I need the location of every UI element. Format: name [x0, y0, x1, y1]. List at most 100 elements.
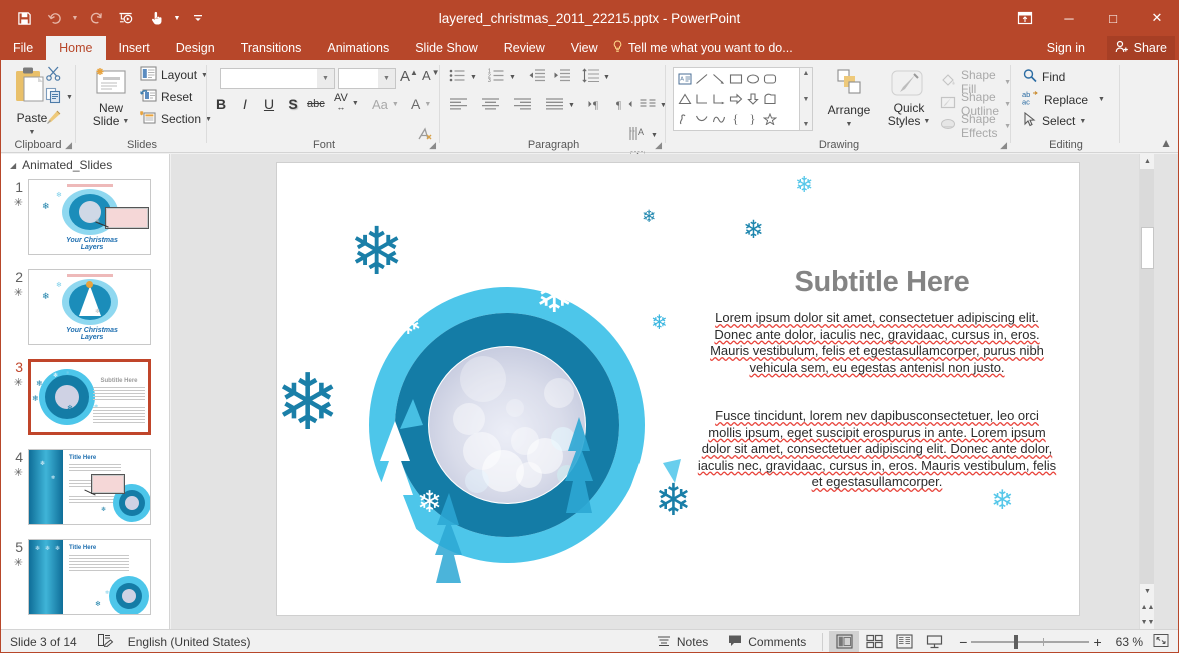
animation-star-icon[interactable]: ✳ [5, 376, 23, 389]
slide-position[interactable]: Slide 3 of 14 [0, 630, 87, 653]
gallery-more-icon[interactable]: ▼ [803, 121, 810, 128]
line-shape[interactable] [693, 69, 710, 89]
rtl-button[interactable]: ¶ [615, 97, 633, 114]
increase-indent-button[interactable] [553, 68, 570, 86]
new-slide-button[interactable]: New Slide ▼ [85, 67, 137, 128]
slide-paragraph-2[interactable]: Fusce tincidunt, lorem nev dapibusconsec… [697, 408, 1057, 491]
elbow-arrow-shape[interactable] [710, 89, 727, 109]
list-item[interactable]: 4 ✳ Title Here ❄ ❄ ❄ [0, 446, 169, 536]
change-case-button[interactable]: Aa ▼ [372, 97, 399, 112]
freeform-shape[interactable] [676, 109, 693, 129]
thumbnail-slide-4[interactable]: Title Here ❄ ❄ ❄ [28, 449, 151, 525]
tab-insert[interactable]: Insert [106, 36, 163, 60]
clear-formatting-button[interactable] [416, 126, 433, 146]
zoom-in-button[interactable]: + [1089, 630, 1109, 653]
next-slide-icon[interactable]: ▼▼ [1140, 615, 1155, 630]
new-slide-dropdown-icon[interactable]: ▼ [122, 115, 129, 128]
bullets-button[interactable]: ▼ [449, 68, 477, 86]
increase-font-size-button[interactable]: A ▲ [400, 68, 418, 85]
thumbnail-slide-3[interactable]: ❄ ❄ ❄ ❄ ❄ ❄ Subtitle Here [28, 359, 151, 435]
line-spacing-button[interactable]: ▼ [582, 68, 610, 86]
zoom-out-button[interactable]: − [949, 630, 971, 653]
list-item[interactable]: 1 ✳ ❄ ❄ ❄ Your Christmas Layers [0, 176, 169, 266]
tab-home[interactable]: Home [46, 36, 106, 60]
font-color-button[interactable]: A ▼ [411, 96, 431, 112]
normal-view-button[interactable] [829, 630, 860, 653]
zoom-slider[interactable] [971, 630, 1090, 653]
text-direction-dropdown-icon[interactable]: ▼ [651, 132, 658, 139]
collapse-ribbon-icon[interactable]: ▲ [1160, 136, 1172, 150]
strikethrough-button[interactable]: abc [307, 98, 325, 110]
quick-styles-button[interactable]: Quick Styles ▼ [880, 67, 938, 128]
zoom-level[interactable]: 63 % [1110, 630, 1149, 653]
align-center-button[interactable] [481, 97, 500, 114]
underline-button[interactable]: U [260, 96, 278, 112]
animation-star-icon[interactable]: ✳ [5, 466, 23, 479]
font-size-dropdown-icon[interactable]: ▼ [378, 69, 395, 88]
slide-show-view-button[interactable] [919, 631, 949, 653]
section-button[interactable]: Section ▼ [140, 110, 212, 128]
align-right-button[interactable] [513, 97, 532, 114]
rounded-rectangle-shape[interactable] [761, 69, 778, 89]
change-case-dropdown-icon[interactable]: ▼ [392, 101, 399, 108]
scroll-up-icon[interactable]: ▲ [1140, 154, 1155, 169]
left-brace-shape[interactable]: { [727, 109, 744, 129]
font-name-input[interactable]: ▼ [220, 68, 335, 89]
tab-view[interactable]: View [558, 36, 611, 60]
tab-design[interactable]: Design [163, 36, 228, 60]
maximize-button[interactable]: □ [1091, 0, 1135, 36]
thumbnail-slide-1[interactable]: ❄ ❄ ❄ Your Christmas Layers [28, 179, 151, 255]
slide-area-scrollbar[interactable]: ▲ ▼ ▲▲ ▼▼ [1139, 154, 1155, 630]
replace-button[interactable]: ab ac Replace ▼ [1022, 90, 1105, 109]
text-shadow-button[interactable]: S [284, 96, 302, 112]
textbox-shape[interactable]: A [676, 69, 693, 89]
font-name-dropdown-icon[interactable]: ▼ [317, 69, 334, 88]
star5-shape[interactable] [761, 109, 778, 129]
slide-subtitle[interactable]: Subtitle Here [707, 266, 1057, 299]
section-collapse-icon[interactable]: ◢ [10, 161, 16, 170]
bullets-dropdown-icon[interactable]: ▼ [470, 74, 477, 81]
comments-button[interactable]: Comments [718, 630, 816, 653]
paste-dropdown-icon[interactable]: ▼ [29, 126, 36, 139]
fit-to-window-button[interactable] [1149, 630, 1179, 653]
clipboard-dialog-launcher[interactable]: ◢ [65, 140, 72, 151]
drawing-dialog-launcher[interactable]: ◢ [1000, 140, 1007, 151]
thumbnail-slide-2[interactable]: ❄ ❄ ❄ Your Christmas Layers [28, 269, 151, 345]
zoom-slider-handle[interactable] [1014, 634, 1019, 649]
spellcheck-status[interactable] [87, 630, 124, 653]
character-spacing-button[interactable]: AV ↔ ▼ [334, 93, 359, 112]
layout-button[interactable]: Layout ▼ [140, 66, 208, 84]
gallery-scroll-down-icon[interactable]: ▼ [803, 96, 810, 103]
elbow-connector-shape[interactable] [693, 89, 710, 109]
arrange-dropdown-icon[interactable]: ▼ [846, 118, 853, 131]
thumbnail-slide-5[interactable]: Title Here ❄ ❄ ❄ ❄ ❄ [28, 539, 151, 615]
character-spacing-dropdown-icon[interactable]: ▼ [352, 100, 359, 107]
animation-star-icon[interactable]: ✳ [5, 286, 23, 299]
columns-button[interactable]: ▼ [640, 97, 667, 114]
italic-button[interactable]: I [236, 96, 254, 112]
format-painter-button[interactable] [45, 109, 62, 129]
text-direction-button[interactable]: A ▼ [629, 126, 658, 144]
tab-file[interactable]: File [0, 36, 46, 60]
scroll-down-icon[interactable]: ▼ [1140, 584, 1155, 599]
previous-slide-icon[interactable]: ▲▲ [1140, 600, 1155, 615]
line-spacing-dropdown-icon[interactable]: ▼ [603, 74, 610, 81]
arrow-shape[interactable] [710, 69, 727, 89]
right-arrow-shape[interactable] [727, 89, 744, 109]
shape-gallery[interactable]: A {} ▲ ▼ ▼ [673, 67, 813, 131]
animation-star-icon[interactable]: ✳ [5, 556, 23, 569]
reading-view-button[interactable] [889, 631, 919, 653]
reset-button[interactable]: Reset [140, 88, 192, 106]
current-slide[interactable]: ❄ ❄ ❄ ❄ ❄ ❄ ❄ ❄ ❄ ❄ ❄ Subtitle Here Lore… [277, 163, 1079, 615]
list-item[interactable]: 5 ✳ Title Here ❄ ❄ ❄ ❄ ❄ [0, 536, 169, 626]
curve-shape[interactable] [693, 109, 710, 129]
gallery-scroll-up-icon[interactable]: ▲ [803, 70, 810, 77]
language-status[interactable]: English (United States) [124, 630, 261, 653]
tab-transitions[interactable]: Transitions [228, 36, 315, 60]
justify-dropdown-icon[interactable]: ▼ [568, 102, 575, 109]
align-left-button[interactable] [449, 97, 468, 114]
slide-sorter-view-button[interactable] [859, 631, 889, 653]
rectangle-shape[interactable] [727, 69, 744, 89]
font-size-input[interactable]: ▼ [338, 68, 396, 89]
arc-shape[interactable] [710, 109, 727, 129]
